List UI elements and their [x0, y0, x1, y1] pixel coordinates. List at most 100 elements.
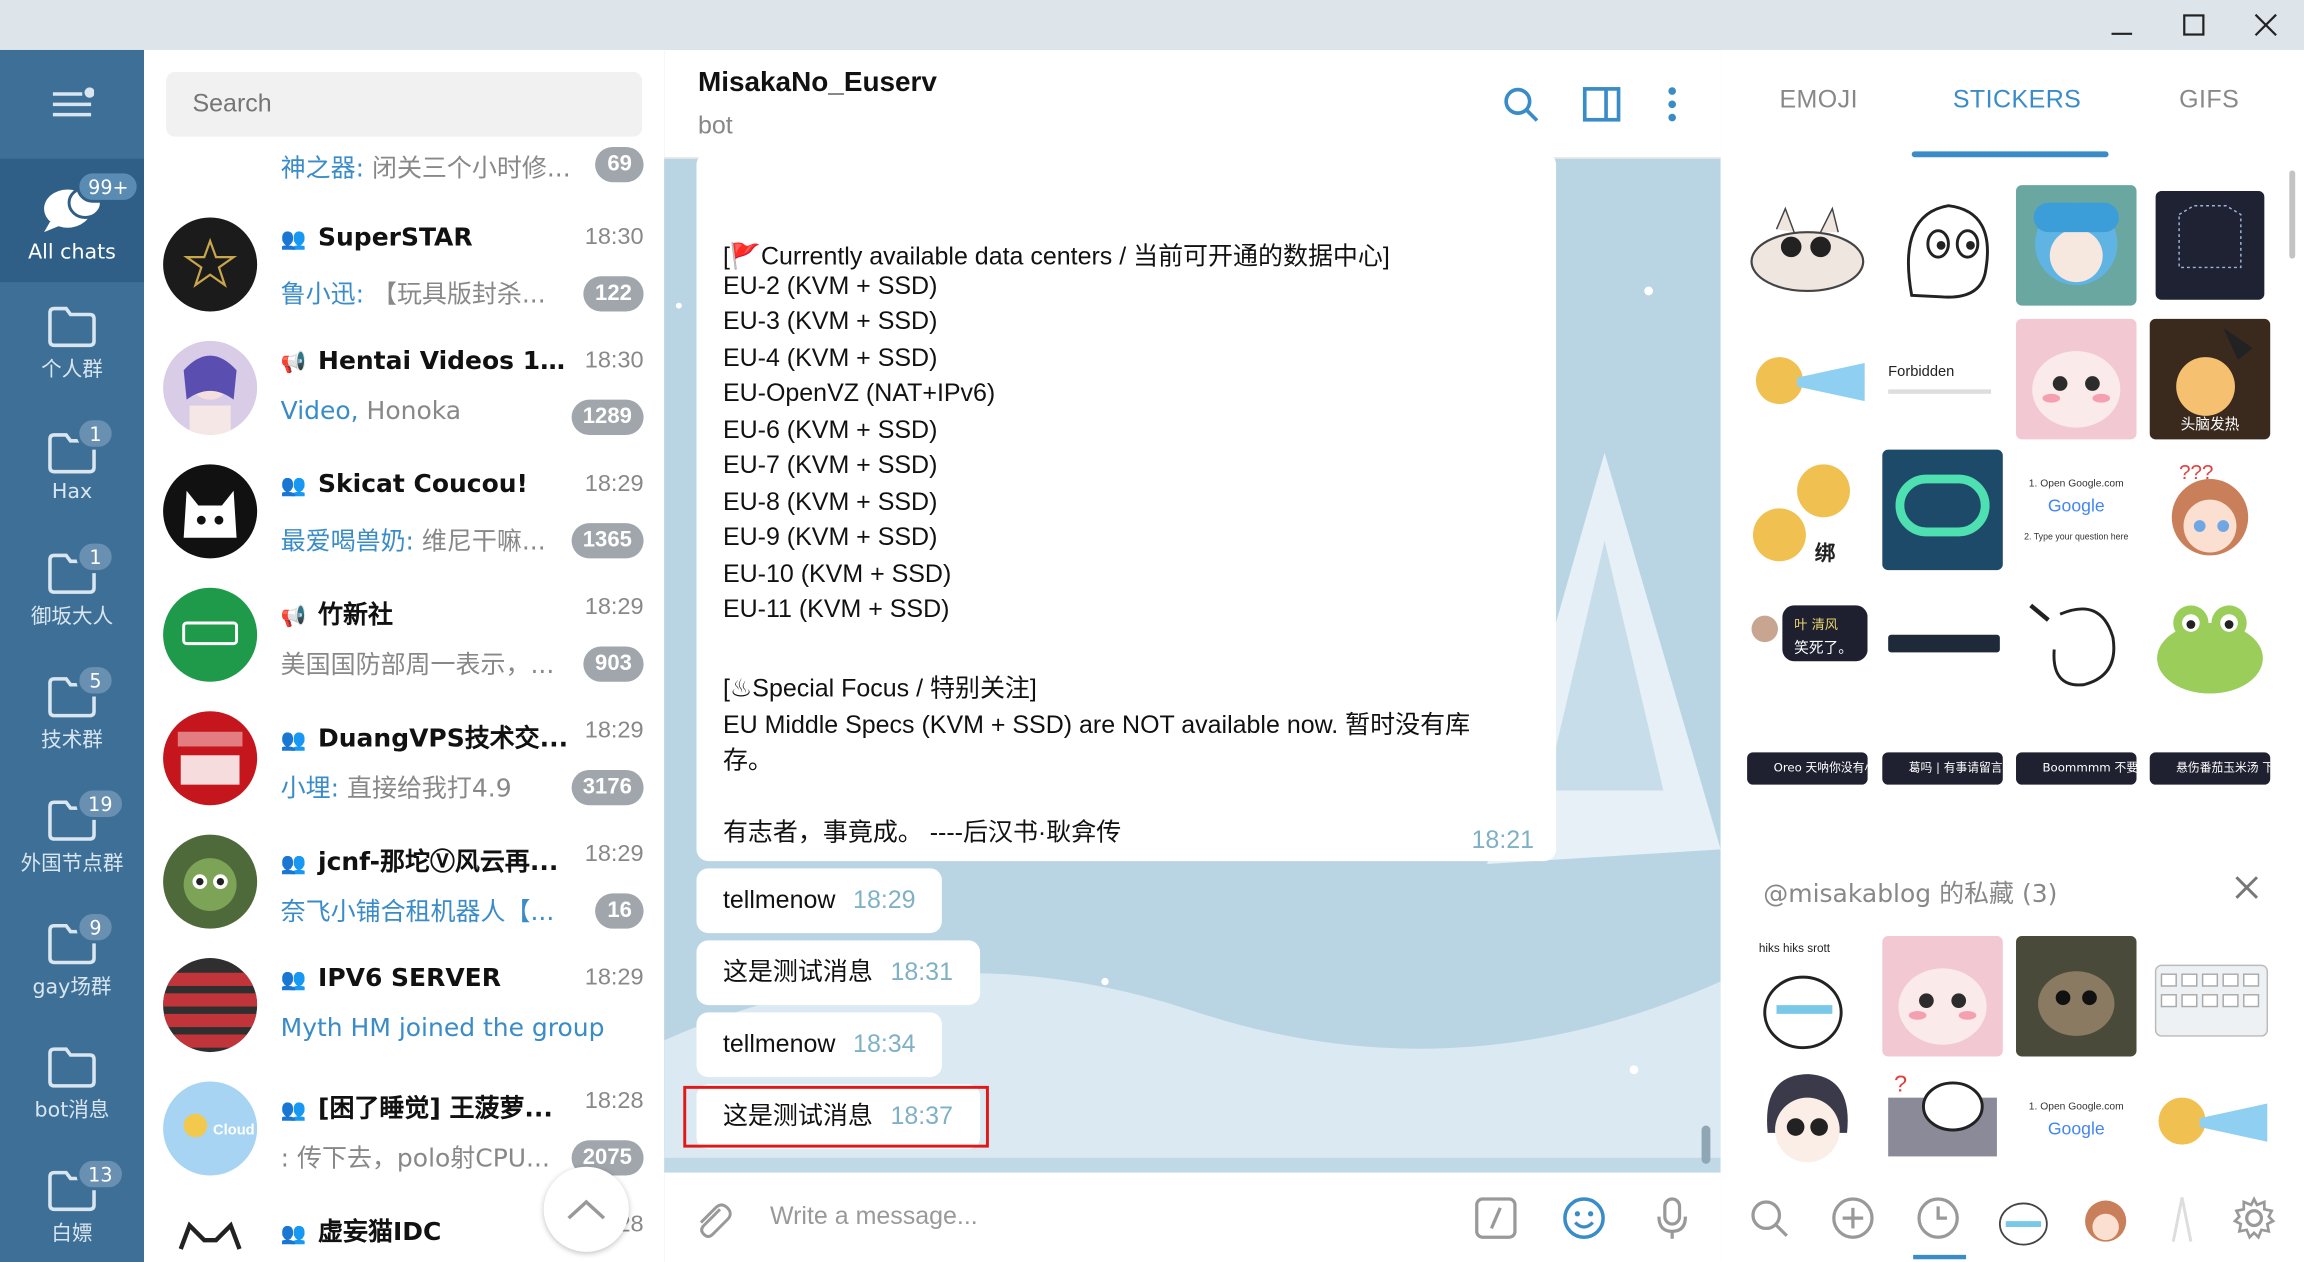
sticker[interactable]	[1747, 1068, 1868, 1172]
sticker-settings-button[interactable]	[2229, 1193, 2279, 1243]
conversation-title[interactable]: MisakaNo_Euserv	[698, 68, 937, 100]
sticker[interactable]	[2016, 185, 2137, 306]
chat-preview: 神之器: 闭关三个小时修...	[280, 154, 571, 184]
sticker[interactable]	[2149, 936, 2271, 1057]
chat-name: 👥 Skicat Coucou!	[280, 470, 528, 500]
sticker-set-thumb[interactable]	[2073, 1193, 2138, 1243]
sticker[interactable]	[1882, 584, 2003, 706]
bot-commands-button[interactable]	[1472, 1195, 1519, 1242]
sticker[interactable]: 叶 清风 笑死了。	[1747, 584, 1868, 706]
main-menu-button[interactable]	[0, 50, 144, 159]
group-icon: 👥	[280, 968, 307, 992]
remove-pack-button[interactable]	[2229, 870, 2264, 905]
message-scrollbar[interactable]	[1701, 1125, 1711, 1164]
sticker[interactable]	[2149, 584, 2271, 706]
tab-stickers[interactable]: STICKERS	[1953, 85, 2081, 114]
message-bubble[interactable]: tellmenow 18:29	[696, 868, 943, 934]
sticker[interactable]: 悬伤番茄玉米汤 下班 我不就打个飞机	[2149, 752, 2271, 785]
sticker[interactable]	[1882, 936, 2003, 1057]
sidebar-panel-icon	[1582, 87, 1621, 122]
sticker[interactable]	[1747, 318, 1868, 440]
chat-list-item[interactable]: 👥 IPV6 SERVER 18:29 Myth HM joined the gr…	[144, 943, 664, 1066]
message-bubble-long[interactable]: [🚩Currently available data centers / 当前可…	[696, 152, 1557, 862]
sticker-set-thumb[interactable]	[2153, 1193, 2212, 1243]
chat-time: 18:29	[584, 965, 644, 991]
folder-bot-messages[interactable]: bot消息	[0, 1023, 144, 1146]
chat-list-item[interactable]: 👥 Skicat Coucou! 18:29 最爱喝兽奶: 维尼干嘛... 136…	[144, 450, 664, 573]
search-input[interactable]	[166, 72, 643, 137]
folder-hax[interactable]: 1 Hax	[0, 406, 144, 529]
message-bubble[interactable]: tellmenow 18:34	[696, 1012, 943, 1078]
sticker[interactable]	[2016, 936, 2137, 1057]
folder-personal-groups[interactable]: 个人群	[0, 282, 144, 405]
sticker[interactable]: Oreo 天呐你没有小鸡鸡了	[1747, 752, 1868, 785]
folder-tech[interactable]: 5 技术群	[0, 652, 144, 775]
more-vertical-icon	[1668, 87, 1676, 122]
sticker[interactable]	[1882, 185, 2003, 306]
search-icon	[1504, 87, 1539, 122]
message-text: 这是测试消息	[722, 958, 873, 986]
sticker[interactable]: ?	[1882, 1068, 2003, 1172]
sticker[interactable]	[2016, 318, 2137, 440]
chat-list-item[interactable]: 📢 Hentai Videos 18+ 18:30 Video, Honoka 1…	[144, 326, 664, 449]
sticker-text: Forbidden	[1888, 364, 1955, 381]
chat-list-item[interactable]: 👥 DuangVPS技术交... 18:29 小埋: 直接给我打4.9 3176	[144, 696, 664, 819]
message-input[interactable]: Write a message...	[770, 1202, 978, 1231]
minimize-button[interactable]	[2087, 0, 2158, 50]
chat-preview: : 传下去，polo射CPU...	[280, 1144, 550, 1175]
scroll-to-top-button[interactable]	[543, 1166, 629, 1252]
message-line: EU-2 (KVM + SSD)	[722, 271, 938, 300]
more-options-button[interactable]	[1650, 82, 1694, 126]
recent-stickers-button[interactable]	[1913, 1193, 1963, 1243]
chat-list-item[interactable]: 神之器: 闭关三个小时修... 69	[144, 132, 664, 191]
sticker-text: 2. Type your question here	[2024, 532, 2129, 542]
add-sticker-set-button[interactable]	[1828, 1193, 1878, 1243]
sticker[interactable]: 头脑发热	[2149, 318, 2271, 440]
sticker[interactable]: Boommmm 不要试图和小白交流	[2016, 752, 2137, 785]
folder-misaka[interactable]: 1 御坂大人	[0, 529, 144, 652]
sticker[interactable]: hiks hiks srott	[1747, 936, 1868, 1057]
unread-badge: 122	[583, 276, 644, 312]
message-bubble[interactable]: 这是测试消息 18:31	[696, 940, 980, 1006]
svg-text:?: ?	[1894, 1071, 1907, 1097]
close-window-button[interactable]	[2231, 0, 2302, 50]
attach-button[interactable]	[688, 1195, 735, 1242]
folder-gay[interactable]: 9 gay场群	[0, 899, 144, 1022]
sticker[interactable]	[1747, 185, 1868, 306]
toggle-sidebar-button[interactable]	[1580, 82, 1624, 126]
sticker[interactable]: 葛吗 | 有事请留言 我不在线	[1882, 752, 2003, 785]
sticker[interactable]: 1. Open Google.com Google 2. Type your q…	[2016, 449, 2137, 571]
unread-badge: 3176	[571, 769, 644, 806]
emoji-button[interactable]	[1561, 1195, 1608, 1242]
folder-foreign-nodes[interactable]: 19 外国节点群	[0, 776, 144, 899]
sticker[interactable]	[2149, 185, 2271, 306]
message-line: EU Middle Specs (KVM + SSD) are NOT avai…	[722, 711, 1471, 740]
sticker[interactable]	[2016, 584, 2137, 706]
sticker[interactable]: 绑	[1747, 449, 1868, 571]
sticker[interactable]: 1. Open Google.com Google	[2016, 1068, 2137, 1172]
tab-gifs[interactable]: GIFS	[2179, 85, 2239, 114]
tab-emoji[interactable]: EMOJI	[1779, 85, 1858, 114]
avatar	[163, 340, 258, 435]
chat-list-item[interactable]: 👥 SuperSTAR 18:30 鲁小迅: 【玩具版封杀... 122	[144, 203, 664, 326]
folder-unread-badge: 9	[76, 911, 115, 944]
megaphone-icon: 📢	[280, 605, 307, 629]
sticker[interactable]: Forbidden	[1882, 318, 2003, 440]
search-in-chat-button[interactable]	[1499, 82, 1543, 126]
message-line: EU-8 (KVM + SSD)	[722, 487, 938, 516]
sticker[interactable]: ???	[2149, 449, 2271, 571]
sticker-text: hiks hiks srott	[1758, 941, 1831, 956]
sticker-set-thumb[interactable]	[1991, 1193, 2056, 1246]
sticker[interactable]	[2149, 1068, 2271, 1172]
folder-all-chats[interactable]: 99+ All chats	[0, 158, 145, 283]
folder-freebies[interactable]: 13 白嫖	[0, 1146, 144, 1262]
chat-list-item[interactable]: 👥 jcnf-那坨Ⓥ风云再... 18:29 奈飞小铺合租机器人【... 16	[144, 820, 664, 943]
message-line: EU-OpenVZ (NAT+IPv6)	[722, 379, 996, 408]
chat-list-item[interactable]: 📢 竹新社 18:29 美国国防部周一表示，... 903	[144, 573, 664, 696]
maximize-button[interactable]	[2159, 0, 2230, 50]
sticker-search-button[interactable]	[1744, 1193, 1794, 1243]
sticker-scrollbar[interactable]	[2289, 170, 2296, 259]
avatar	[163, 958, 258, 1053]
voice-record-button[interactable]	[1649, 1195, 1696, 1242]
sticker[interactable]	[1882, 449, 2003, 571]
